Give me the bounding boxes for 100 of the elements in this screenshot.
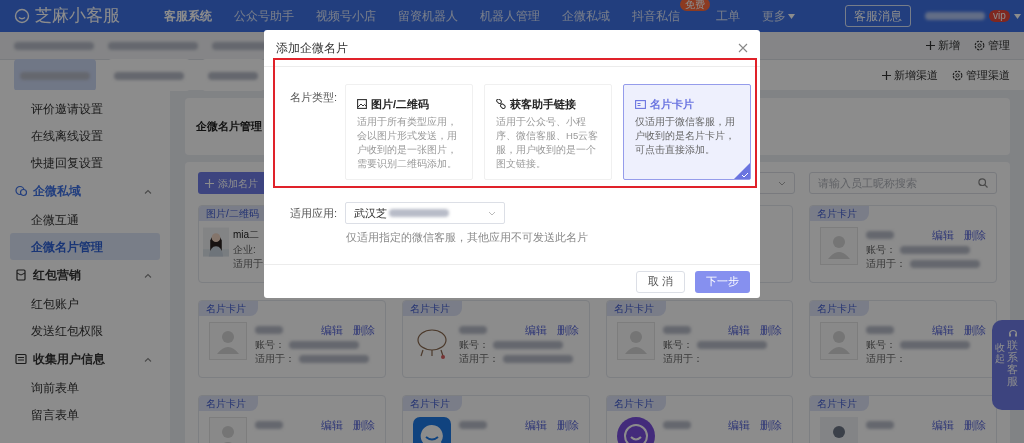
contact-name: mia二 <box>233 228 260 242</box>
redacted-text <box>458 421 487 429</box>
contact-support-label: 联系客服 <box>1007 339 1018 388</box>
message-button[interactable]: 客服消息 <box>845 5 911 27</box>
delete-link[interactable]: 删除 <box>352 323 375 337</box>
delete-link[interactable]: 删除 <box>760 323 783 337</box>
redacted-text <box>696 341 767 349</box>
edit-link[interactable]: 编辑 <box>728 323 751 337</box>
headset-icon <box>1007 328 1018 338</box>
nav-tab[interactable]: 客服系统 <box>164 7 212 25</box>
field-label: 账号： <box>866 338 897 352</box>
field-label: 适用应用: <box>290 206 338 221</box>
collapse-link[interactable]: 收起 <box>995 342 1005 364</box>
sidebar-item[interactable]: 留言表单 <box>10 401 160 428</box>
card-type-tag: 名片卡片 <box>606 396 666 411</box>
delete-link[interactable]: 删除 <box>556 323 579 337</box>
delete-link[interactable]: 删除 <box>964 418 986 432</box>
redacted-text <box>866 326 895 334</box>
edit-link[interactable]: 编辑 <box>932 418 954 432</box>
nav-tab[interactable]: 视频号小店 <box>316 7 376 25</box>
manage-link[interactable]: 管理 <box>988 37 1010 54</box>
redacted-text <box>255 326 283 334</box>
logo-icon <box>14 8 30 24</box>
edit-link[interactable]: 编辑 <box>728 418 751 432</box>
redacted-text <box>492 341 563 349</box>
field-label: 账号： <box>458 338 489 352</box>
cancel-button[interactable]: 取 消 <box>635 270 685 293</box>
sidebar-group[interactable]: 红包营销 <box>33 266 81 284</box>
manage-link[interactable]: 管理渠道 <box>966 66 1010 84</box>
edit-link[interactable]: 编辑 <box>320 323 343 337</box>
chevron-icon <box>778 180 786 186</box>
redacted-text <box>289 341 359 349</box>
plus-icon <box>926 41 935 50</box>
add-link[interactable]: 新增 <box>938 37 960 54</box>
delete-link[interactable]: 删除 <box>964 228 986 242</box>
add-link[interactable]: 新增渠道 <box>894 66 938 84</box>
page-title: 企微名片管理 <box>196 119 262 135</box>
sidebar-item[interactable]: 企微名片管理 <box>10 233 160 260</box>
settings-icon <box>974 40 985 51</box>
edit-link[interactable]: 编辑 <box>932 228 954 242</box>
redacted-text <box>910 260 981 268</box>
card-type-tag: 名片卡片 <box>402 301 462 316</box>
option-description: 仅适用于微信客服，用户收到的是名片卡片，可点击直接添加。 <box>635 114 737 157</box>
sidebar-item[interactable]: 在线离线设置 <box>10 122 160 149</box>
redacted-text <box>900 246 971 254</box>
option-title: 名片卡片 <box>650 97 695 112</box>
sidebar-item[interactable]: 询前表单 <box>10 374 160 401</box>
sidebar-group[interactable]: 收集用户信息 <box>33 350 105 368</box>
redacted-text <box>662 421 691 429</box>
redacted-text <box>866 421 895 429</box>
select-value: 武汉芝 <box>354 205 388 221</box>
redacted-text <box>389 209 450 217</box>
redacted-text <box>20 72 90 80</box>
field-label: 适用于： <box>662 352 703 366</box>
redacted-text <box>502 355 573 363</box>
vip-badge: vip <box>989 10 1010 22</box>
app-select[interactable]: 武汉芝 <box>345 202 506 224</box>
edit-link[interactable]: 编辑 <box>320 418 343 432</box>
delete-link[interactable]: 删除 <box>352 418 375 432</box>
sidebar-item[interactable]: 企微互通 <box>10 206 160 233</box>
support-widget[interactable]: 收起 联系客服 <box>992 320 1024 410</box>
plus-icon <box>882 70 891 80</box>
search-icon <box>978 178 988 188</box>
delete-link[interactable]: 删除 <box>964 323 986 337</box>
card-type-tag: 名片卡片 <box>810 206 870 221</box>
nav-tab[interactable]: 企微私域 <box>562 7 610 25</box>
nav-tab[interactable]: 公众号助手 <box>234 7 294 25</box>
redacted-text <box>866 231 895 239</box>
option-title: 图片/二维码 <box>371 97 430 112</box>
edit-link[interactable]: 编辑 <box>932 323 954 337</box>
redacted-text <box>255 421 283 429</box>
sidebar-item[interactable]: 红包账户 <box>10 290 160 317</box>
card-type-tag: 名片卡片 <box>810 301 870 316</box>
plus-icon <box>205 178 214 188</box>
nav-tab[interactable]: 抖音私信 <box>632 7 680 25</box>
card-type-tag: 名片卡片 <box>606 301 666 316</box>
edit-link[interactable]: 编辑 <box>524 323 547 337</box>
nav-tab[interactable]: 工单 <box>716 7 740 25</box>
card-type-option[interactable]: 名片卡片 仅适用于微信客服，用户收到的是名片卡片，可点击直接添加。 <box>623 84 752 180</box>
close-icon <box>738 43 748 53</box>
sidebar-item[interactable]: 发送红包权限 <box>10 317 160 344</box>
more-menu[interactable]: 更多 <box>762 7 786 25</box>
image-icon <box>357 99 368 110</box>
next-button[interactable]: 下一步 <box>695 270 750 293</box>
caret-icon <box>788 13 795 19</box>
field-label: 适用于： <box>866 257 907 271</box>
nav-tab[interactable]: 留资机器人 <box>398 7 458 25</box>
edit-link[interactable]: 编辑 <box>524 418 547 432</box>
id-card-icon <box>635 99 647 109</box>
field-label: 适用于： <box>866 352 907 366</box>
delete-link[interactable]: 删除 <box>760 418 783 432</box>
delete-link[interactable]: 删除 <box>556 418 579 432</box>
card-type-tag: 名片卡片 <box>199 396 258 411</box>
sidebar-group[interactable]: 企微私域 <box>33 182 81 200</box>
sidebar-item[interactable]: 快捷回复设置 <box>10 149 160 176</box>
caret-icon <box>1013 13 1021 19</box>
nav-tab[interactable]: 机器人管理 <box>480 7 540 25</box>
option-title: 获客助手链接 <box>510 97 577 112</box>
field-label: 适用于： <box>255 352 295 366</box>
sidebar-item[interactable]: 评价邀请设置 <box>10 95 160 122</box>
